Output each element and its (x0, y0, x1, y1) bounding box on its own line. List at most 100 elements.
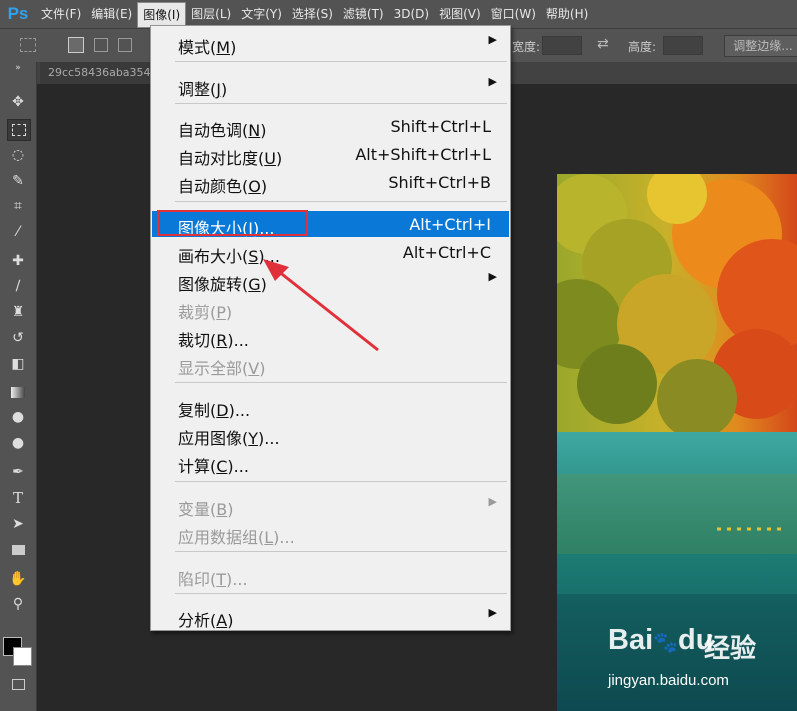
label-suffix: ) (230, 38, 237, 57)
watermark-url: jingyan.baidu.com (608, 672, 729, 689)
crop-icon[interactable]: ⌗ (7, 196, 29, 216)
label-text: 变量( (178, 500, 217, 519)
label-suffix: ) (227, 500, 234, 519)
menu-item-label: 陷印(T)... (178, 566, 248, 590)
history-brush-icon[interactable]: ↺ (7, 328, 29, 348)
watermark-product: 经验 (704, 634, 757, 664)
label-suffix: )... (227, 457, 249, 476)
height-label: 高度: (628, 40, 657, 54)
label-suffix: ) (260, 177, 268, 196)
width-label: 宽度: (512, 40, 541, 54)
brush-icon[interactable]: ∕ (7, 276, 29, 296)
menu-item-apply-data-set[interactable]: 应用数据组(L)... (152, 520, 509, 548)
accelerator-key: A (216, 611, 228, 630)
menu-item-label: 应用数据组(L)... (178, 524, 295, 548)
eraser-icon[interactable]: ◧ (7, 354, 29, 374)
label-text: 陷印( (178, 570, 217, 589)
menu-item-duplicate[interactable]: 复制(D)... (152, 393, 509, 420)
label-text: 自动色调( (178, 121, 249, 140)
marquee-preset-icon[interactable] (20, 38, 36, 52)
toolbox-collapse-icon[interactable]: » (7, 62, 29, 74)
label-text: 复制( (178, 401, 217, 420)
menu-item-calculations[interactable]: 计算(C)... (152, 449, 509, 476)
accelerator-key: B (216, 500, 228, 519)
adjust-edge-button[interactable]: 调整边缘... (724, 35, 797, 57)
menu-item-mode[interactable]: 模式(M) ▶ (152, 30, 509, 57)
annotation-arrow-icon (263, 259, 379, 352)
label-text: 模式( (178, 38, 217, 57)
baidu-watermark: Bai🐾du 经验 jingyan.baidu.com (590, 620, 790, 700)
menu-item-label: 变量(B) (178, 496, 233, 520)
menu-item-label: 图像旋转(G) (178, 271, 267, 295)
stamp-icon[interactable]: ♜ (7, 302, 29, 322)
menu-layer[interactable]: 图层(L) (186, 0, 236, 28)
menu-separator (175, 103, 507, 104)
menu-help[interactable]: 帮助(H) (541, 0, 593, 28)
dodge-icon[interactable]: ● (7, 433, 29, 453)
menu-item-label: 自动色调(N) (178, 117, 266, 141)
type-icon[interactable]: T (7, 488, 29, 508)
zoom-icon[interactable]: ⚲ (7, 594, 29, 614)
quick-mask-icon[interactable] (7, 674, 29, 694)
new-selection-icon[interactable] (68, 37, 84, 53)
lasso-icon[interactable]: ◌ (7, 145, 29, 165)
label-text: 应用图像( (178, 429, 249, 448)
menu-separator (175, 593, 507, 594)
menu-view[interactable]: 视图(V) (434, 0, 486, 28)
label-text: 计算( (178, 457, 217, 476)
label-suffix: )... (258, 429, 280, 448)
shortcut-text: Alt+Shift+Ctrl+L (355, 145, 491, 164)
rectangle-icon[interactable] (7, 540, 29, 560)
accelerator-key: V (248, 359, 260, 378)
menu-item-auto-color[interactable]: 自动颜色(O) Shift+Ctrl+B (152, 169, 509, 196)
label-suffix: )... (226, 570, 248, 589)
height-field[interactable] (663, 36, 703, 55)
menu-3d[interactable]: 3D(D) (389, 0, 434, 28)
menu-item-apply-image[interactable]: 应用图像(Y)... (152, 421, 509, 449)
menu-item-auto-tone[interactable]: 自动色调(N) Shift+Ctrl+L (152, 113, 509, 141)
accelerator-key: Y (248, 429, 259, 448)
eyedropper-icon[interactable]: ⁄ (7, 222, 29, 242)
gradient-icon[interactable] (7, 382, 29, 402)
menu-item-label: 裁切(R)... (178, 327, 249, 351)
accelerator-key: L (264, 528, 274, 547)
menu-item-variables[interactable]: 变量(B) ▶ (152, 492, 509, 520)
move-icon[interactable]: ✥ (7, 92, 29, 112)
menu-type[interactable]: 文字(Y) (236, 0, 287, 28)
marquee-icon[interactable] (7, 119, 31, 141)
menu-select[interactable]: 选择(S) (287, 0, 338, 28)
swap-icon[interactable]: ⇄ (597, 36, 609, 52)
menu-window[interactable]: 窗口(W) (486, 0, 541, 28)
label-suffix: )... (228, 401, 251, 420)
menu-file[interactable]: 文件(F) (36, 0, 86, 28)
hand-icon[interactable]: ✋ (7, 569, 29, 589)
subtract-selection-icon[interactable] (118, 38, 132, 52)
label-suffix: )... (273, 528, 295, 547)
menu-item-label: 分析(A) (178, 607, 233, 631)
menu-separator (175, 201, 507, 202)
accelerator-key: M (216, 38, 231, 57)
shortcut-text: Alt+Ctrl+C (402, 243, 491, 262)
menu-item-adjustments[interactable]: 调整(J) ▶ (152, 72, 509, 99)
menu-edit[interactable]: 编辑(E) (86, 0, 137, 28)
width-field[interactable] (542, 36, 582, 55)
menu-item-label: 应用图像(Y)... (178, 425, 280, 449)
menu-item-trap[interactable]: 陷印(T)... (152, 562, 509, 590)
shortcut-text: Alt+Ctrl+I (409, 215, 491, 234)
menu-item-auto-contrast[interactable]: 自动对比度(U) Alt+Shift+Ctrl+L (152, 141, 509, 168)
document-tab[interactable]: 29cc58436aba354 (40, 62, 166, 84)
path-select-icon[interactable]: ➤ (7, 514, 29, 534)
menu-image[interactable]: 图像(I) (137, 1, 187, 28)
submenu-arrow-icon: ▶ (488, 75, 497, 88)
pen-icon[interactable]: ✒ (7, 462, 29, 482)
label-text: 分析( (178, 611, 217, 630)
background-color-swatch[interactable] (13, 647, 32, 666)
submenu-arrow-icon: ▶ (488, 606, 497, 619)
accelerator-key: P (216, 303, 226, 322)
healing-icon[interactable]: ✚ (7, 251, 29, 271)
menu-item-analysis[interactable]: 分析(A) ▶ (152, 603, 509, 631)
add-selection-icon[interactable] (94, 38, 108, 52)
blur-icon[interactable]: ● (7, 407, 29, 427)
quick-select-icon[interactable]: ✎ (7, 171, 29, 191)
menu-filter[interactable]: 滤镜(T) (338, 0, 389, 28)
